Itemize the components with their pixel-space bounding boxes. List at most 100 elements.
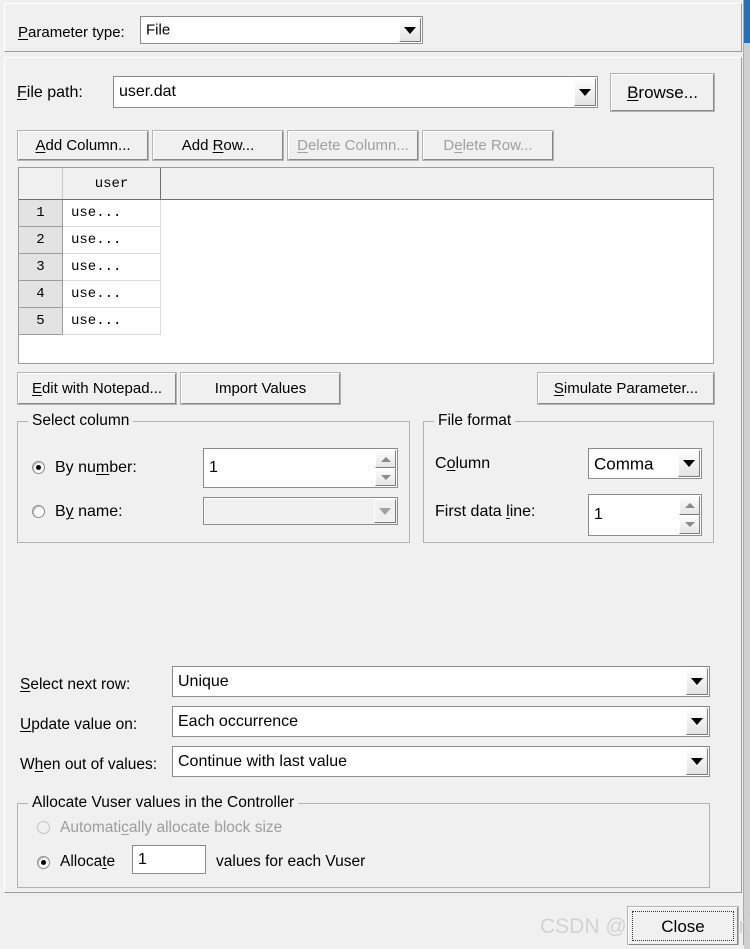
update-value-on-value: Each occurrence bbox=[178, 712, 299, 730]
row-number[interactable]: 2 bbox=[19, 227, 63, 254]
add-column-button[interactable]: Add Column... bbox=[17, 130, 149, 161]
edit-with-notepad-button[interactable]: Edit with Notepad... bbox=[17, 372, 177, 405]
allocate-vuser-group: Allocate Vuser values in the Controller bbox=[17, 795, 710, 888]
select-column-group-title: Select column bbox=[28, 413, 134, 429]
add-row-button[interactable]: Add Row... bbox=[152, 130, 284, 161]
table-row[interactable]: 3 use... bbox=[19, 254, 713, 281]
browse-button-label: Browse... bbox=[627, 83, 698, 102]
by-name-combo[interactable] bbox=[203, 497, 398, 525]
chevron-down-icon bbox=[579, 88, 591, 96]
table-cell[interactable]: use... bbox=[63, 227, 161, 254]
first-data-line-spin-buttons[interactable] bbox=[679, 496, 700, 534]
allocate-value: 1 bbox=[138, 850, 147, 868]
allocate-vuser-group-title: Allocate Vuser values in the Controller bbox=[28, 795, 299, 811]
first-data-line-spinner[interactable]: 1 bbox=[588, 494, 702, 536]
first-data-line-label: First data line: bbox=[435, 503, 536, 520]
by-number-value: 1 bbox=[209, 459, 218, 476]
row-number[interactable]: 4 bbox=[19, 281, 63, 308]
parameter-data-grid[interactable]: user 1 use... 2 use... 3 use... 4 use...… bbox=[18, 167, 714, 364]
parameter-properties-dialog: Parameter type: File File path: user.dat… bbox=[0, 0, 750, 949]
auto-allocate-radio[interactable] bbox=[37, 821, 50, 834]
table-cell[interactable]: use... bbox=[63, 254, 161, 281]
select-next-row-combo[interactable]: Unique bbox=[172, 666, 710, 697]
close-button-label: Close bbox=[661, 916, 705, 936]
chevron-down-icon bbox=[404, 26, 416, 34]
parameter-type-combo[interactable]: File bbox=[140, 16, 423, 44]
parameter-type-panel: Parameter type: File bbox=[4, 3, 742, 52]
spinner-up-button[interactable] bbox=[375, 450, 396, 468]
allocate-label: Allocate bbox=[60, 853, 116, 870]
table-row[interactable]: 2 use... bbox=[19, 227, 713, 254]
window-right-border bbox=[743, 0, 744, 949]
window-accent-strip bbox=[744, 0, 750, 43]
browse-button[interactable]: Browse... bbox=[610, 73, 715, 112]
chevron-down-icon bbox=[683, 460, 695, 467]
first-data-line-value: 1 bbox=[594, 506, 603, 523]
spinner-down-button[interactable] bbox=[679, 515, 700, 534]
spinner-up-button[interactable] bbox=[679, 496, 700, 515]
parameter-type-dropdown-button[interactable] bbox=[399, 18, 421, 42]
update-value-on-label: Update value on: bbox=[20, 716, 138, 733]
by-number-radio[interactable] bbox=[32, 461, 45, 474]
delete-row-button[interactable]: Delete Row... bbox=[422, 130, 554, 161]
delete-column-button[interactable]: Delete Column... bbox=[287, 130, 419, 161]
table-row[interactable]: 1 use... bbox=[19, 200, 713, 227]
parameter-type-label: Parameter type: bbox=[18, 24, 125, 41]
allocate-value-input[interactable]: 1 bbox=[132, 845, 206, 874]
update-value-on-combo[interactable]: Each occurrence bbox=[172, 706, 710, 737]
when-out-of-values-label: When out of values: bbox=[20, 756, 158, 773]
chevron-down-icon bbox=[691, 678, 703, 685]
column-separator-combo[interactable]: Comma bbox=[588, 448, 702, 479]
row-number[interactable]: 3 bbox=[19, 254, 63, 281]
chevron-up-icon bbox=[684, 503, 695, 508]
by-name-dropdown-button[interactable] bbox=[374, 499, 396, 523]
column-separator-dropdown-button[interactable] bbox=[678, 450, 700, 477]
chevron-up-icon bbox=[380, 456, 391, 462]
when-out-of-values-value: Continue with last value bbox=[178, 752, 347, 770]
simulate-parameter-button[interactable]: Simulate Parameter... bbox=[537, 372, 715, 405]
when-out-of-values-combo[interactable]: Continue with last value bbox=[172, 746, 710, 777]
auto-allocate-label: Automatically allocate block size bbox=[60, 819, 283, 836]
import-values-button[interactable]: Import Values bbox=[180, 372, 341, 405]
file-format-group-title: File format bbox=[434, 413, 516, 429]
when-out-of-values-dropdown-button[interactable] bbox=[686, 748, 708, 775]
grid-column-header-user[interactable]: user bbox=[63, 168, 161, 199]
grid-corner-cell bbox=[19, 168, 63, 199]
by-name-label: By name: bbox=[55, 503, 123, 520]
by-number-spin-buttons[interactable] bbox=[375, 450, 396, 486]
file-path-label: File path: bbox=[17, 84, 83, 101]
row-number[interactable]: 1 bbox=[19, 200, 63, 227]
spinner-down-button[interactable] bbox=[375, 468, 396, 486]
parameter-type-value: File bbox=[146, 21, 171, 39]
dialog-bottom-edge bbox=[0, 945, 744, 949]
update-value-on-dropdown-button[interactable] bbox=[686, 708, 708, 735]
chevron-down-icon bbox=[684, 522, 695, 527]
window-right-gutter bbox=[744, 43, 750, 949]
import-values-label: Import Values bbox=[214, 380, 307, 397]
chevron-down-icon bbox=[691, 718, 703, 725]
row-number[interactable]: 5 bbox=[19, 308, 63, 335]
file-path-combo[interactable]: user.dat bbox=[113, 76, 598, 108]
column-separator-value: Comma bbox=[594, 454, 654, 473]
chevron-down-icon bbox=[380, 474, 391, 480]
select-next-row-value: Unique bbox=[178, 672, 229, 690]
by-number-label: By number: bbox=[55, 459, 137, 476]
file-path-value: user.dat bbox=[119, 83, 176, 100]
table-cell[interactable]: use... bbox=[63, 308, 161, 335]
table-row[interactable]: 5 use... bbox=[19, 308, 713, 335]
chevron-down-icon bbox=[379, 507, 391, 515]
column-label: Column bbox=[435, 455, 491, 472]
grid-header-row: user bbox=[19, 168, 713, 200]
table-row[interactable]: 4 use... bbox=[19, 281, 713, 308]
table-cell[interactable]: use... bbox=[63, 281, 161, 308]
select-next-row-label: Select next row: bbox=[20, 676, 131, 693]
by-name-radio[interactable] bbox=[32, 505, 45, 518]
allocate-radio[interactable] bbox=[37, 856, 50, 869]
allocate-suffix-label: values for each Vuser bbox=[216, 853, 366, 870]
table-cell[interactable]: use... bbox=[63, 200, 161, 227]
select-next-row-dropdown-button[interactable] bbox=[686, 668, 708, 695]
chevron-down-icon bbox=[691, 758, 703, 765]
close-button[interactable]: Close bbox=[627, 906, 739, 946]
file-path-dropdown-button[interactable] bbox=[574, 78, 596, 106]
by-number-spinner[interactable]: 1 bbox=[203, 448, 398, 488]
